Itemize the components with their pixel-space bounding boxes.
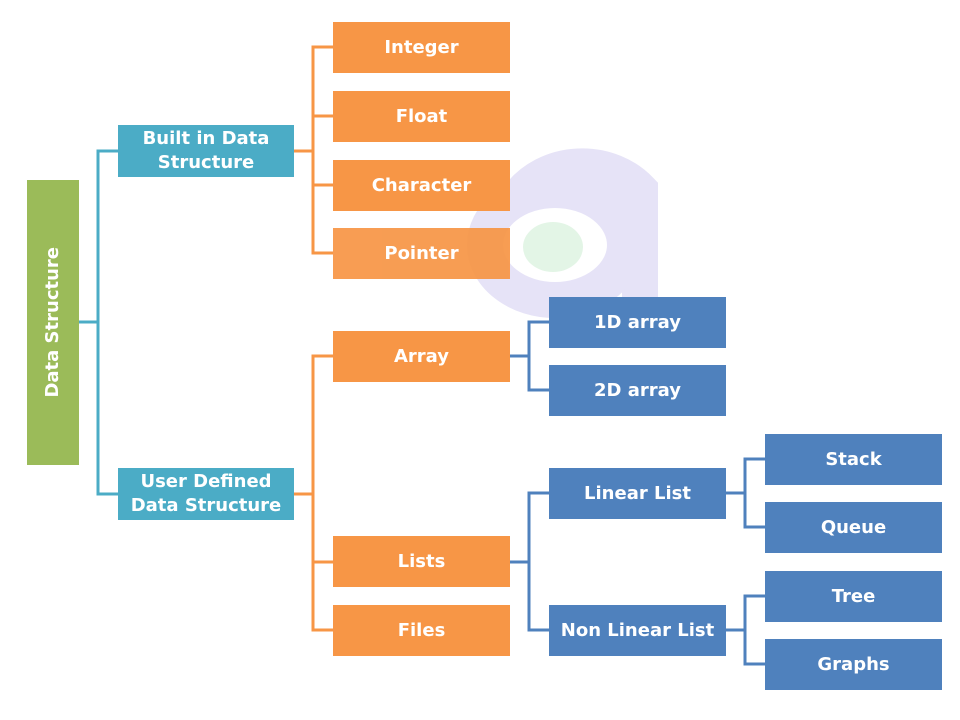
built-in-connector bbox=[294, 45, 333, 255]
node-pointer: Pointer bbox=[333, 228, 510, 279]
node-integer: Integer bbox=[333, 22, 510, 73]
node-2d-array: 2D array bbox=[549, 365, 726, 416]
node-files: Files bbox=[333, 605, 510, 656]
node-built-in: Built in Data Structure bbox=[118, 125, 294, 177]
node-linear-list: Linear List bbox=[549, 468, 726, 519]
user-defined-connector bbox=[294, 354, 333, 632]
node-array: Array bbox=[333, 331, 510, 382]
array-connector bbox=[510, 320, 549, 392]
node-1d-array: 1D array bbox=[549, 297, 726, 348]
node-tree: Tree bbox=[765, 571, 942, 622]
non-linear-list-connector bbox=[726, 594, 765, 666]
linear-list-connector bbox=[726, 457, 765, 529]
node-float: Float bbox=[333, 91, 510, 142]
node-user-defined: User Defined Data Structure bbox=[118, 468, 294, 520]
node-queue: Queue bbox=[765, 502, 942, 553]
data-structure-diagram: Data Structure Built in Data Structure U… bbox=[0, 0, 960, 720]
node-non-linear-list: Non Linear List bbox=[549, 605, 726, 656]
node-label: Data Structure bbox=[42, 247, 63, 398]
lists-connector bbox=[510, 491, 549, 632]
node-data-structure: Data Structure bbox=[27, 180, 79, 465]
node-stack: Stack bbox=[765, 434, 942, 485]
node-graphs: Graphs bbox=[765, 639, 942, 690]
node-lists: Lists bbox=[333, 536, 510, 587]
root-connector bbox=[79, 149, 118, 496]
node-character: Character bbox=[333, 160, 510, 211]
